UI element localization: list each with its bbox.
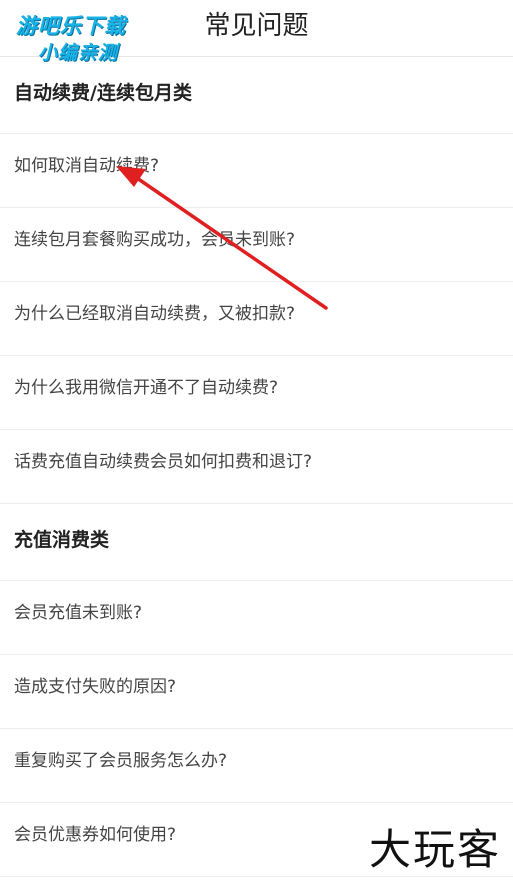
faq-item-charged-after-cancel[interactable]: 为什么已经取消自动续费，又被扣款? — [0, 282, 513, 356]
faq-item-monthly-not-credited[interactable]: 连续包月套餐购买成功，会员未到账? — [0, 208, 513, 282]
faq-item-recharge-not-credited[interactable]: 会员充值未到账? — [0, 581, 513, 655]
watermark-line2: 小编亲测 — [38, 42, 119, 64]
watermark-logo: 游吧乐下载 小编亲测 — [6, 4, 156, 66]
watermark-line1: 游吧乐下载 — [16, 14, 126, 38]
faq-list: 自动续费/连续包月类 如何取消自动续费? 连续包月套餐购买成功，会员未到账? 为… — [0, 57, 513, 877]
section-header-auto-renew: 自动续费/连续包月类 — [0, 57, 513, 134]
faq-item-wechat-auto-renew[interactable]: 为什么我用微信开通不了自动续费? — [0, 356, 513, 430]
faq-item-cancel-auto-renew[interactable]: 如何取消自动续费? — [0, 134, 513, 208]
faq-item-phone-bill-auto-renew[interactable]: 话费充值自动续费会员如何扣费和退订? — [0, 430, 513, 504]
faq-item-payment-failed[interactable]: 造成支付失败的原因? — [0, 655, 513, 729]
faq-item-duplicate-purchase[interactable]: 重复购买了会员服务怎么办? — [0, 729, 513, 803]
section-header-recharge: 充值消费类 — [0, 504, 513, 581]
watermark-bottom: 大玩客 — [368, 825, 501, 874]
